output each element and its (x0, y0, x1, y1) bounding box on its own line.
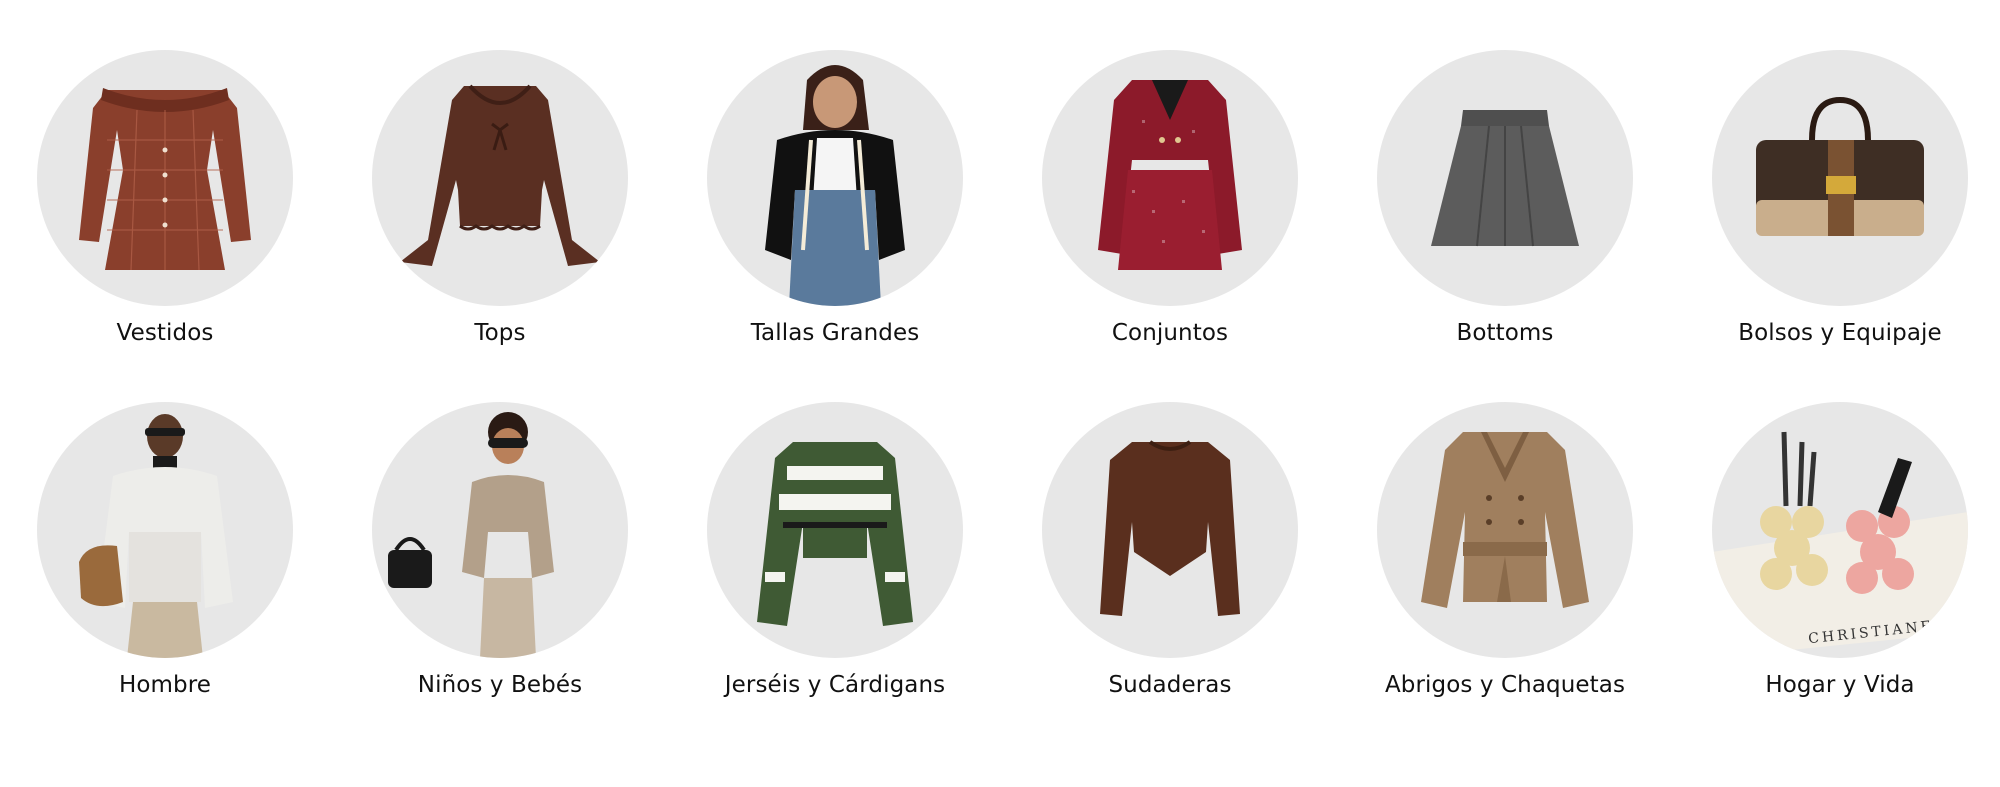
category-image (707, 402, 963, 658)
plus-size-model-icon (765, 65, 905, 306)
category-image (1377, 402, 1633, 658)
category-label: Bottoms (1456, 320, 1554, 346)
sweater-icon (757, 442, 913, 626)
category-image (1042, 402, 1298, 658)
category-label: Tops (474, 320, 526, 346)
set-icon (1098, 80, 1242, 270)
category-image (707, 50, 963, 306)
category-label: Hombre (118, 672, 212, 698)
sweatshirt-icon (1100, 440, 1240, 616)
category-sudaderas[interactable]: Sudaderas (1020, 402, 1320, 722)
category-vestidos[interactable]: Vestidos (15, 50, 315, 370)
handbag-icon (1756, 96, 1924, 236)
category-image (37, 50, 293, 306)
category-ninos-y-bebes[interactable]: Niños y Bebés (350, 402, 650, 722)
category-bolsos-y-equipaje[interactable]: Bolsos y Equipaje (1690, 50, 1990, 370)
category-hogar-y-vida[interactable]: CHRISTIANE Hogar y Vida (1690, 402, 1990, 722)
category-image (1377, 50, 1633, 306)
category-image (372, 50, 628, 306)
home-decor-icon: CHRISTIANE (1712, 431, 1968, 658)
category-label: Bolsos y Equipaje (1738, 320, 1942, 346)
dress-icon (79, 88, 251, 271)
category-image: CHRISTIANE (1712, 402, 1968, 658)
category-abrigos-y-chaquetas[interactable]: Abrigos y Chaquetas (1355, 402, 1655, 722)
category-grid: Vestidos Tops Tallas Grandes Conjuntos B… (0, 0, 2000, 787)
category-tops[interactable]: Tops (350, 50, 650, 370)
category-conjuntos[interactable]: Conjuntos (1020, 50, 1320, 370)
category-image (1712, 50, 1968, 306)
skirt-icon (1431, 110, 1579, 247)
category-jerseis-y-cardigans[interactable]: Jerséis y Cárdigans (685, 402, 985, 722)
category-hombre[interactable]: Hombre (15, 402, 315, 722)
category-label: Tallas Grandes (750, 320, 920, 346)
category-label: Abrigos y Chaquetas (1384, 672, 1626, 698)
category-label: Vestidos (116, 320, 214, 346)
coat-icon (1421, 432, 1589, 608)
top-icon (400, 84, 600, 266)
category-label: Jerséis y Cárdigans (724, 672, 946, 698)
category-image (372, 402, 628, 658)
category-label: Conjuntos (1111, 320, 1229, 346)
category-label: Niños y Bebés (417, 672, 583, 698)
category-label: Hogar y Vida (1765, 672, 1915, 698)
category-label: Sudaderas (1108, 672, 1232, 698)
man-hoodie-icon (79, 414, 233, 658)
category-bottoms[interactable]: Bottoms (1355, 50, 1655, 370)
category-image (1042, 50, 1298, 306)
category-tallas-grandes[interactable]: Tallas Grandes (685, 50, 985, 370)
kid-icon (388, 412, 554, 658)
category-image (37, 402, 293, 658)
